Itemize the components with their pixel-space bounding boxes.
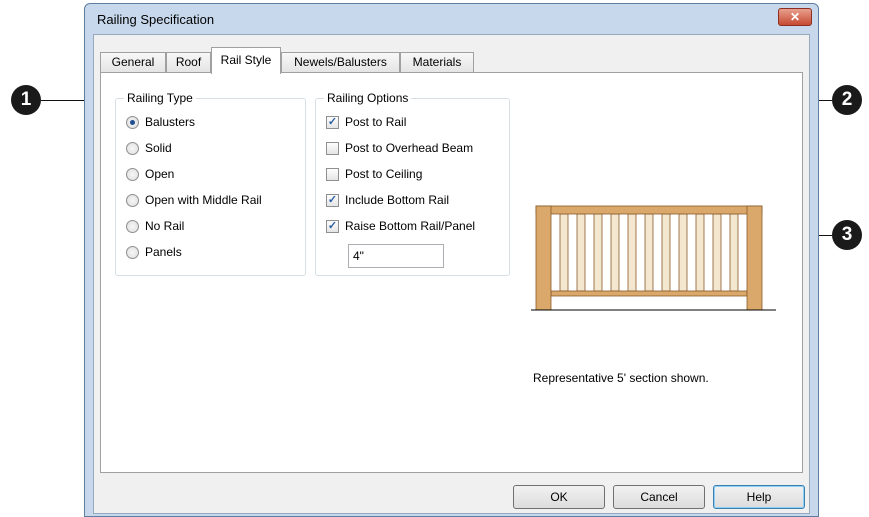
callout-2: 2 bbox=[832, 85, 862, 115]
radio-no-rail[interactable]: No Rail bbox=[126, 218, 184, 234]
railing-options-label: Railing Options bbox=[324, 91, 412, 105]
ok-button[interactable]: OK bbox=[513, 485, 605, 509]
tab-rail-style[interactable]: Rail Style bbox=[211, 47, 281, 74]
radio-button-icon bbox=[126, 141, 139, 155]
tab-newels-balusters[interactable]: Newels/Balusters bbox=[281, 52, 400, 73]
checkbox-label: Raise Bottom Rail/Panel bbox=[345, 219, 476, 233]
checkbox-post-to-overhead-beam[interactable]: Post to Overhead Beam bbox=[326, 140, 473, 156]
railing-type-group: Railing Type Balusters Solid Open Open w… bbox=[115, 91, 306, 276]
checkbox-raise-bottom-rail-panel[interactable]: ✓ Raise Bottom Rail/Panel bbox=[326, 218, 475, 234]
railing-type-label: Railing Type bbox=[124, 91, 196, 105]
radio-button-icon bbox=[126, 219, 139, 233]
bottom-rail bbox=[550, 290, 748, 297]
close-button[interactable]: ✕ bbox=[778, 8, 812, 26]
dialog-window: Railing Specification ✕ General Roof Rai… bbox=[84, 3, 819, 517]
radio-open[interactable]: Open bbox=[126, 166, 174, 182]
left-post bbox=[535, 205, 552, 311]
radio-button-icon bbox=[126, 245, 139, 259]
checkbox-label: Post to Rail bbox=[345, 115, 407, 129]
radio-label: No Rail bbox=[145, 219, 185, 233]
checkbox-post-to-ceiling[interactable]: Post to Ceiling bbox=[326, 166, 422, 182]
radio-label: Balusters bbox=[145, 115, 196, 129]
top-rail bbox=[535, 205, 763, 215]
checkmark-icon: ✓ bbox=[326, 219, 339, 233]
tab-panel-rail-style: Railing Type Balusters Solid Open Open w… bbox=[100, 72, 803, 473]
checkmark-icon: ✓ bbox=[326, 193, 339, 207]
tab-general[interactable]: General bbox=[100, 52, 166, 73]
window-title: Railing Specification bbox=[97, 12, 215, 27]
checkbox-label: Include Bottom Rail bbox=[345, 193, 450, 207]
checkbox-icon bbox=[326, 167, 339, 181]
radio-label: Solid bbox=[145, 141, 172, 155]
radio-open-with-middle-rail[interactable]: Open with Middle Rail bbox=[126, 192, 262, 208]
radio-label: Panels bbox=[145, 245, 182, 259]
railing-preview bbox=[531, 205, 776, 311]
checkbox-include-bottom-rail[interactable]: ✓ Include Bottom Rail bbox=[326, 192, 449, 208]
close-icon: ✕ bbox=[789, 10, 801, 24]
radio-button-icon bbox=[126, 193, 139, 207]
radio-label: Open bbox=[145, 167, 175, 181]
right-post bbox=[746, 205, 763, 311]
raise-height-input[interactable]: 4" bbox=[348, 244, 444, 268]
help-button[interactable]: Help bbox=[713, 485, 805, 509]
cancel-button[interactable]: Cancel bbox=[613, 485, 705, 509]
title-bar: Railing Specification ✕ bbox=[85, 4, 818, 34]
radio-label: Open with Middle Rail bbox=[145, 193, 262, 207]
callout-1: 1 bbox=[11, 85, 41, 115]
dialog-client: General Roof Rail Style Newels/Balusters… bbox=[93, 34, 810, 514]
radio-balusters[interactable]: Balusters bbox=[126, 114, 195, 130]
radio-button-icon bbox=[126, 167, 139, 181]
radio-solid[interactable]: Solid bbox=[126, 140, 172, 156]
baluster-set bbox=[559, 213, 739, 292]
preview-note: Representative 5' section shown. bbox=[533, 371, 709, 385]
checkbox-label: Post to Overhead Beam bbox=[345, 141, 474, 155]
tab-materials[interactable]: Materials bbox=[400, 52, 474, 73]
callout-3: 3 bbox=[832, 220, 862, 250]
checkbox-label: Post to Ceiling bbox=[345, 167, 423, 181]
checkmark-icon: ✓ bbox=[326, 115, 339, 129]
railing-options-group: Railing Options ✓ Post to Rail Post to O… bbox=[315, 91, 510, 276]
radio-panels[interactable]: Panels bbox=[126, 244, 182, 260]
checkbox-icon bbox=[326, 141, 339, 155]
tab-roof[interactable]: Roof bbox=[166, 52, 211, 73]
checkbox-post-to-rail[interactable]: ✓ Post to Rail bbox=[326, 114, 406, 130]
radio-button-icon bbox=[126, 115, 139, 129]
